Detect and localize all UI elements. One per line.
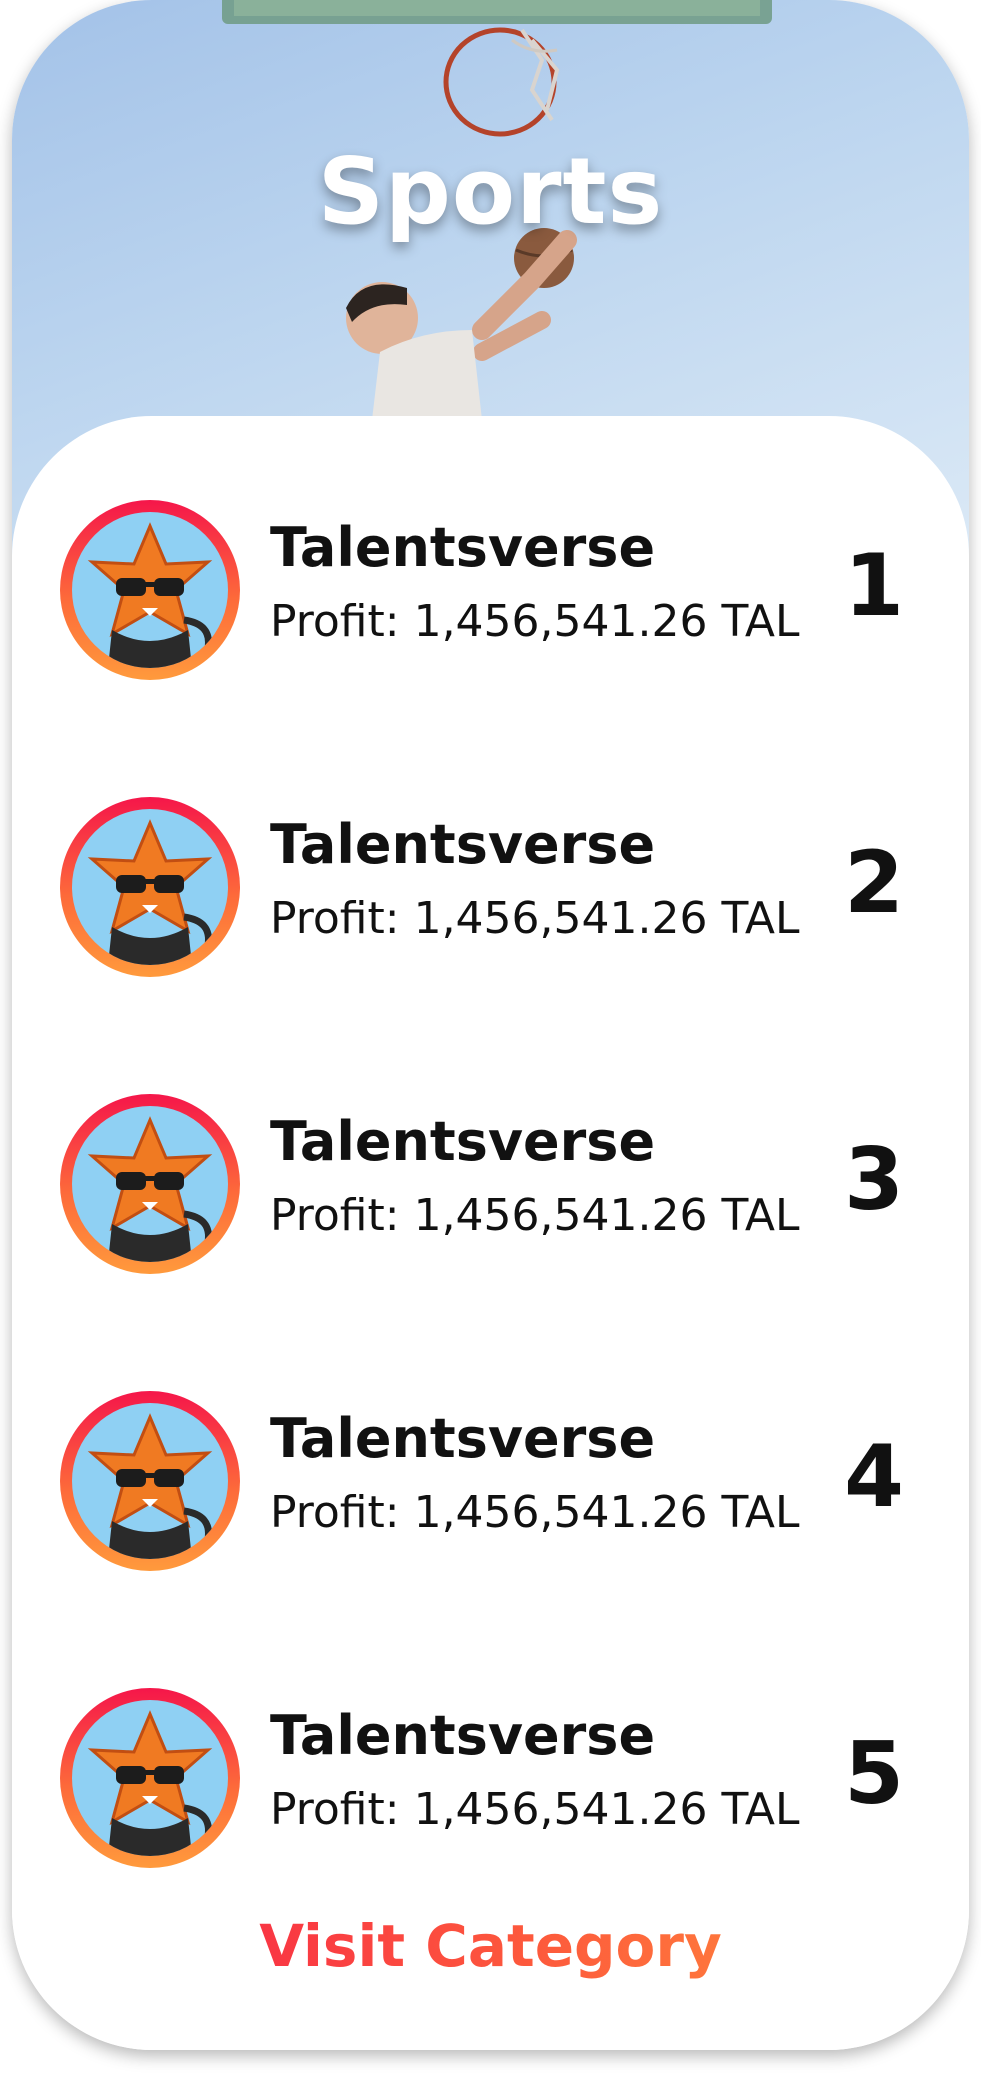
leaderboard-row[interactable]: Talentsverse Profit: 1,456,541.26 TAL 2: [12, 797, 969, 997]
category-title: Sports: [317, 138, 664, 245]
leaderboard-panel: Talentsverse Profit: 1,456,541.26 TAL 1: [12, 416, 969, 2050]
fox-mascot-avatar-icon: [60, 500, 240, 680]
fox-mascot-avatar-icon: [60, 797, 240, 977]
leaderboard-row[interactable]: Talentsverse Profit: 1,456,541.26 TAL 1: [12, 500, 969, 700]
player-profit: Profit: 1,456,541.26 TAL: [270, 1784, 800, 1835]
leaderboard-row[interactable]: Talentsverse Profit: 1,456,541.26 TAL 3: [12, 1094, 969, 1294]
visit-category-button[interactable]: Visit Category: [12, 1912, 969, 1980]
leaderboard-row[interactable]: Talentsverse Profit: 1,456,541.26 TAL 5: [12, 1688, 969, 1888]
player-name: Talentsverse: [270, 1110, 656, 1173]
player-profit: Profit: 1,456,541.26 TAL: [270, 1190, 800, 1241]
player-profit: Profit: 1,456,541.26 TAL: [270, 893, 800, 944]
fox-mascot-avatar-icon: [60, 1094, 240, 1274]
category-card: Sports Talentsverse Profit: 1,456,541.26…: [12, 0, 969, 2050]
player-name: Talentsverse: [270, 516, 656, 579]
player-profit: Profit: 1,456,541.26 TAL: [270, 1487, 800, 1538]
player-profit: Profit: 1,456,541.26 TAL: [270, 596, 800, 647]
rank-number: 2: [844, 833, 904, 933]
fox-mascot-avatar-icon: [60, 1688, 240, 1868]
rank-number: 1: [844, 536, 904, 636]
player-name: Talentsverse: [270, 1407, 656, 1470]
fox-mascot-avatar-icon: [60, 1391, 240, 1571]
rank-number: 5: [844, 1724, 904, 1824]
player-name: Talentsverse: [270, 1704, 656, 1767]
rank-number: 3: [844, 1130, 904, 1230]
rank-number: 4: [844, 1427, 904, 1527]
player-name: Talentsverse: [270, 813, 656, 876]
leaderboard-row[interactable]: Talentsverse Profit: 1,456,541.26 TAL 4: [12, 1391, 969, 1591]
